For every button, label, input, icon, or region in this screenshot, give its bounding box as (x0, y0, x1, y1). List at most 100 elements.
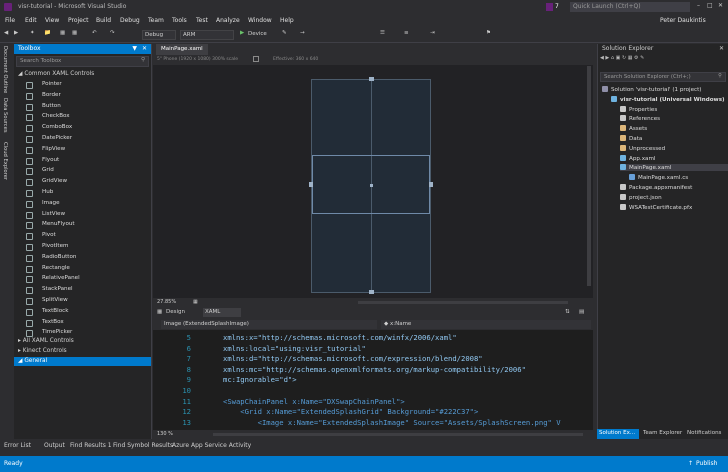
toolbox-item-menuflyout[interactable]: MenuFlyout (26, 221, 150, 231)
open-icon[interactable]: 📁 (44, 30, 51, 36)
toolbar-step-icon[interactable]: → (300, 30, 305, 36)
device-selector[interactable]: 5" Phone (1920 x 1080) 300% scale (157, 57, 238, 62)
solution-tree-item[interactable]: References (620, 115, 660, 122)
menu-edit[interactable]: Edit (25, 17, 37, 24)
toolbox-group-general[interactable]: ◢ General (14, 357, 151, 366)
solution-tree-item[interactable]: Properties (620, 105, 657, 113)
user-name[interactable]: Peter Daukintis (660, 17, 706, 24)
toolbox-item-border[interactable]: Border (26, 92, 150, 102)
grid-toggle-icon[interactable]: ▦ (193, 299, 198, 305)
solution-tree-item[interactable]: Assets (620, 125, 647, 132)
quick-launch-input[interactable]: Quick Launch (Ctrl+Q) (570, 2, 690, 12)
menu-file[interactable]: File (5, 17, 15, 24)
solution-tree-item[interactable]: Solution 'visr-tutorial' (1 project) (602, 86, 701, 93)
orientation-icon[interactable] (253, 56, 259, 62)
tab-find-results[interactable]: Find Results 1 (70, 442, 112, 449)
new-project-icon[interactable]: ✦ (30, 30, 35, 36)
xaml-tab[interactable]: XAML (203, 308, 241, 317)
solution-tree-item[interactable]: MainPage.xaml.cs (629, 174, 688, 181)
back-icon[interactable]: ◀ (4, 30, 8, 36)
toolbox-item-relativepanel[interactable]: RelativePanel (26, 275, 150, 285)
code-line[interactable]: 11 <SwapChainPanel x:Name="DXSwapChainPan… (153, 397, 593, 408)
toolbox-group-all-xaml[interactable]: ▸ All XAML Controls (18, 338, 74, 344)
toolbox-item-image[interactable]: Image (26, 200, 150, 210)
run-play-icon[interactable]: ▶ (240, 30, 244, 36)
toolbar-indent-icon[interactable]: ⇥ (430, 30, 435, 36)
toolbox-item-pivotitem[interactable]: PivotItem (26, 243, 150, 253)
solution-search-input[interactable]: Search Solution Explorer (Ctrl+;) ⚲ (600, 72, 726, 82)
toolbox-item-stackpanel[interactable]: StackPanel (26, 286, 150, 296)
toolbox-group-common[interactable]: ◢ Common XAML Controls (18, 71, 94, 77)
toolbox-item-textblock[interactable]: TextBlock (26, 308, 150, 318)
name-selector[interactable]: ◆ x:Name (381, 320, 591, 329)
tab-azure-activity[interactable]: Azure App Service Activity (172, 442, 251, 449)
solution-tree-item[interactable]: visr-tutorial (Universal Windows) (611, 95, 725, 103)
menu-team[interactable]: Team (148, 17, 164, 24)
notification-flag-icon[interactable] (546, 3, 553, 11)
zoom-level[interactable]: 27.85% (157, 299, 176, 305)
right-resize-handle[interactable] (429, 182, 433, 187)
solution-tree-item[interactable]: Package.appxmanifest (620, 184, 692, 191)
code-line[interactable]: 9 mc:Ignorable="d"> (153, 375, 593, 386)
toolbox-close-icon[interactable]: ✕ (142, 45, 147, 52)
toolbox-item-grid[interactable]: Grid (26, 167, 150, 177)
toolbar-format-icon[interactable]: ☰ (380, 30, 385, 36)
menu-tools[interactable]: Tools (172, 17, 187, 24)
solution-tree-item[interactable]: WSATestCertificate.pfx (620, 203, 692, 211)
toolbox-item-flyout[interactable]: Flyout (26, 157, 150, 167)
toolbox-item-button[interactable]: Button (26, 103, 150, 113)
code-line[interactable]: 7 xmlns:d="http://schemas.microsoft.com/e… (153, 354, 593, 365)
top-resize-handle[interactable] (369, 77, 374, 81)
menu-build[interactable]: Build (96, 17, 111, 24)
toolbox-item-hub[interactable]: Hub (26, 189, 150, 199)
save-all-icon[interactable]: ▦ (72, 30, 77, 36)
solution-tree-item[interactable]: Unprocessed (620, 144, 665, 152)
save-icon[interactable]: ▦ (60, 30, 65, 36)
toolbox-item-checkbox[interactable]: CheckBox (26, 113, 150, 123)
solution-close-icon[interactable]: ✕ (719, 45, 724, 52)
code-line[interactable]: 8 xmlns:mc="http://schemas.openxmlformats… (153, 365, 593, 376)
toolbox-item-pivot[interactable]: Pivot (26, 232, 150, 242)
configuration-select[interactable]: Debug (142, 30, 176, 40)
close-icon[interactable]: ✕ (718, 2, 723, 9)
bottom-resize-handle[interactable] (369, 290, 374, 294)
editor-horizontal-scrollbar[interactable] (213, 433, 583, 436)
toolbox-item-gridview[interactable]: GridView (26, 178, 150, 188)
menu-view[interactable]: View (45, 17, 59, 24)
forward-icon[interactable]: ▶ (14, 30, 18, 36)
menu-project[interactable]: Project (68, 17, 89, 24)
side-tab-data-sources[interactable]: Data Sources (2, 98, 8, 133)
tab-output[interactable]: Output (44, 442, 65, 449)
tab-solution-explorer[interactable]: Solution Ex... (597, 429, 639, 439)
designer-horizontal-scrollbar[interactable] (358, 301, 568, 304)
designer-vertical-scrollbar[interactable] (587, 66, 591, 286)
side-tab-document-outline[interactable]: Document Outline (2, 46, 8, 93)
code-line[interactable]: 12 <Grid x:Name="ExtendedSplashGrid" Bac… (153, 407, 593, 418)
code-line[interactable]: 5 xmlns:x="http://schemas.microsoft.com/w… (153, 333, 593, 344)
solution-tree-item[interactable]: project.json (620, 193, 662, 201)
toolbox-item-combobox[interactable]: ComboBox (26, 124, 150, 134)
tab-error-list[interactable]: Error List (4, 442, 31, 449)
solution-tree-item[interactable]: App.xaml (620, 154, 655, 162)
device-frame[interactable] (309, 77, 433, 294)
toolbox-item-splitview[interactable]: SplitView (26, 297, 150, 307)
editor-zoom[interactable]: 130 % (157, 431, 173, 437)
toolbox-item-rectangle[interactable]: Rectangle (26, 265, 150, 275)
xaml-code-editor[interactable]: 5 xmlns:x="http://schemas.microsoft.com/w… (153, 330, 593, 430)
run-target-button[interactable]: Device (248, 31, 267, 37)
bookmark-icon[interactable]: ⚑ (486, 30, 491, 36)
platform-select[interactable]: ARM (180, 30, 234, 40)
toolbox-item-listview[interactable]: ListView (26, 211, 150, 221)
code-line[interactable]: 10 (153, 386, 593, 397)
menu-help[interactable]: Help (280, 17, 294, 24)
tab-find-symbol-results[interactable]: Find Symbol Results (113, 442, 173, 449)
element-selector[interactable]: Image (ExtendedSplashImage) (161, 320, 377, 329)
toolbox-group-kinect[interactable]: ▸ Kinect Controls (18, 348, 67, 354)
swap-panes-icon[interactable]: ⇅ (565, 309, 570, 315)
menu-test[interactable]: Test (196, 17, 208, 24)
menu-debug[interactable]: Debug (120, 17, 140, 24)
split-layout-icon[interactable]: ▤ (579, 309, 584, 315)
undo-icon[interactable]: ↶ (92, 30, 97, 36)
solution-tree-item[interactable]: Data (620, 135, 642, 142)
tab-team-explorer[interactable]: Team Explorer (643, 430, 682, 436)
